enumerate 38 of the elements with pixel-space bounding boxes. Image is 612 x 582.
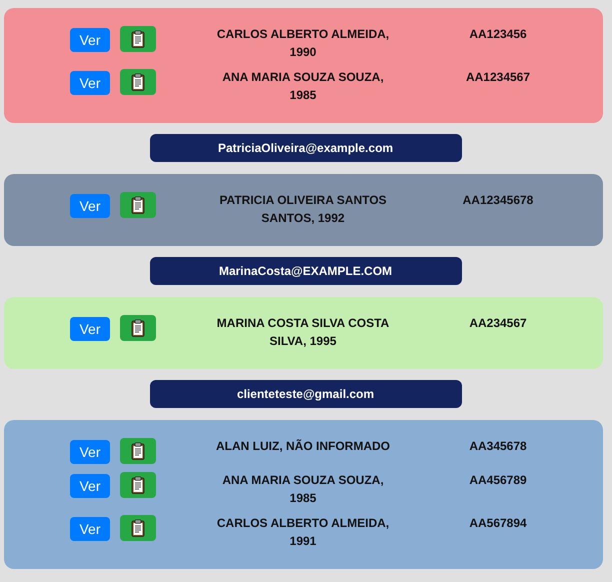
email-banner: MarinaCosta@EXAMPLE.COM: [150, 257, 462, 285]
view-button[interactable]: Ver: [70, 440, 110, 464]
copy-button[interactable]: [120, 69, 156, 95]
email-banner: clienteteste@gmail.com: [150, 380, 462, 408]
copy-button[interactable]: [120, 26, 156, 52]
copy-button[interactable]: [120, 438, 156, 464]
clipboard-icon: [131, 442, 145, 460]
client-code: AA567894: [468, 515, 528, 532]
view-button[interactable]: Ver: [70, 517, 110, 541]
client-name: ANA MARIA SOUZA SOUZA, 1985: [221, 472, 385, 507]
client-code: AA234567: [468, 315, 528, 332]
client-code: AA1234567: [464, 69, 532, 86]
client-code: AA345678: [468, 438, 528, 455]
client-name: CARLOS ALBERTO ALMEIDA, 1991: [216, 515, 390, 550]
clipboard-icon: [131, 30, 145, 48]
view-button[interactable]: Ver: [70, 28, 110, 52]
client-code: AA123456: [468, 26, 528, 43]
client-name: PATRICIA OLIVEIRA SANTOS SANTOS, 1992: [218, 192, 388, 227]
client-code: AA456789: [468, 472, 528, 489]
clipboard-icon: [131, 196, 145, 214]
view-button[interactable]: Ver: [70, 71, 110, 95]
clipboard-icon: [131, 476, 145, 494]
copy-button[interactable]: [120, 472, 156, 498]
view-button[interactable]: Ver: [70, 317, 110, 341]
view-button[interactable]: Ver: [70, 194, 110, 218]
copy-button[interactable]: [120, 315, 156, 341]
clipboard-icon: [131, 519, 145, 537]
client-code: AA12345678: [462, 192, 534, 209]
clipboard-icon: [131, 319, 145, 337]
copy-button[interactable]: [120, 515, 156, 541]
client-name: MARINA COSTA SILVA COSTA SILVA, 1995: [216, 315, 390, 350]
email-banner: PatriciaOliveira@example.com: [150, 134, 462, 162]
clipboard-icon: [131, 73, 145, 91]
copy-button[interactable]: [120, 192, 156, 218]
client-name: CARLOS ALBERTO ALMEIDA, 1990: [216, 26, 390, 61]
client-name: ALAN LUIZ, NÃO INFORMADO: [215, 438, 391, 455]
client-name: ANA MARIA SOUZA SOUZA, 1985: [221, 69, 385, 104]
view-button[interactable]: Ver: [70, 474, 110, 498]
